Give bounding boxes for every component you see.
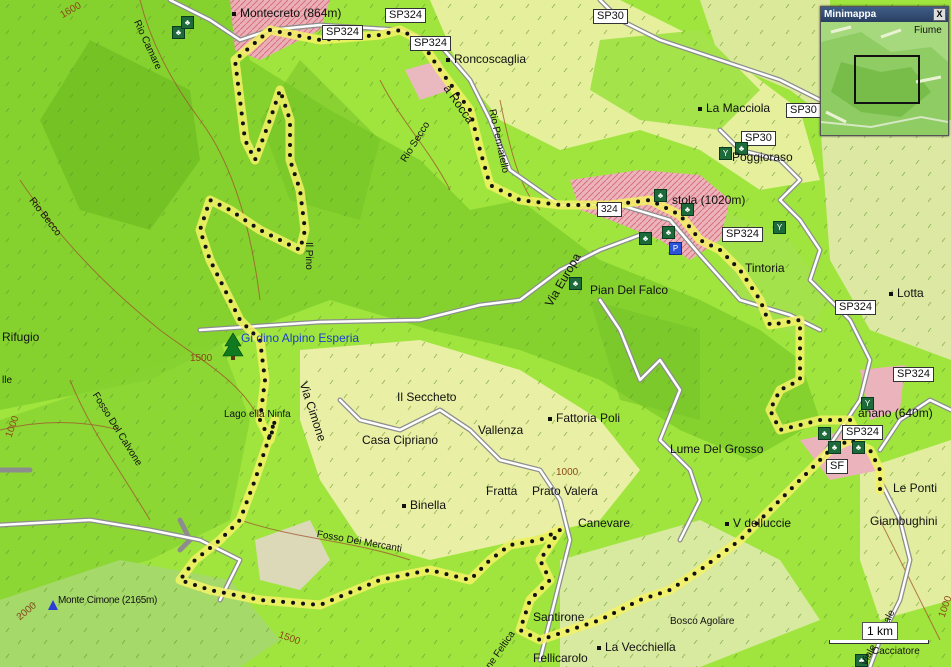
road-shield: 324 — [597, 202, 622, 217]
poi-icon[interactable]: Y — [773, 221, 786, 234]
close-button[interactable]: X — [933, 8, 946, 21]
place-fanano[interactable]: anano (640m) — [858, 406, 933, 420]
parking-icon[interactable]: P — [669, 242, 682, 255]
place-santirone[interactable]: Santirone — [533, 610, 584, 624]
place-la-macciola[interactable]: La Macciola — [698, 101, 770, 115]
place-rifugio[interactable]: Rifugio — [2, 330, 39, 344]
poi-icon[interactable]: ♣ — [654, 189, 667, 202]
place-roncoscaglia[interactable]: Roncoscaglia — [446, 52, 526, 66]
place-fratta[interactable]: Fratta — [486, 484, 517, 498]
minimap-viewport[interactable] — [854, 55, 920, 104]
place-bosco-agolare[interactable]: Bosco Agolare — [670, 615, 735, 629]
poi-icon[interactable]: ♣ — [828, 441, 841, 454]
road-shield: SP324 — [322, 25, 364, 40]
place-il-seccheto[interactable]: Il Seccheto — [397, 390, 456, 404]
road-shield: SP30 — [786, 103, 821, 118]
waterway-label: Il Pino — [303, 242, 314, 270]
poi-icon[interactable]: ♣ — [662, 226, 675, 239]
poi-giardino-alpino[interactable]: Gi dino Alpino Esperia — [241, 331, 359, 345]
scale-label: 1 km — [862, 622, 899, 640]
road-shield: SP324 — [410, 36, 452, 51]
place-vallenza[interactable]: Vallenza — [478, 423, 523, 437]
place-le-ponti[interactable]: Le Ponti — [893, 481, 937, 495]
scale-bar: 1 km — [829, 622, 929, 644]
place-poggioraso[interactable]: Poggioraso — [732, 150, 793, 164]
place-pian-del-falco[interactable]: Pian Del Falco — [590, 283, 668, 297]
place-lotta[interactable]: Lotta — [889, 286, 924, 300]
place-fattoria-poli[interactable]: Fattoria Poli — [548, 411, 620, 425]
place-vdelluccie[interactable]: V delluccie — [725, 516, 791, 530]
place-la-vecchiella[interactable]: La Vecchiella — [597, 640, 676, 654]
poi-icon[interactable]: Y — [719, 147, 732, 160]
place-monte-cimone[interactable]: Monte Cimone (2165m) — [58, 594, 157, 608]
place-giambughini[interactable]: Giambughini — [870, 514, 937, 528]
road-shield: SP324 — [842, 425, 884, 440]
contour-label: 1500 — [190, 353, 213, 364]
place-fellicarolo[interactable]: Fellicarolo — [533, 651, 588, 665]
place-canevare[interactable]: Canevare — [578, 516, 630, 530]
poi-icon[interactable]: ♣ — [181, 16, 194, 29]
place-prato-valera[interactable]: Prato Valera — [532, 484, 598, 498]
place-montecreto[interactable]: Montecreto (864m) — [232, 6, 341, 20]
map-canvas[interactable] — [0, 0, 951, 667]
minimap-panel[interactable]: Minimappa X Fiume — [820, 6, 949, 136]
map-view[interactable]: SP324 SP324 SP30 SP30 SP30 SP324 SP324 S… — [0, 0, 951, 667]
minimap-label: Fiume — [914, 25, 942, 36]
road-shield: SP324 — [385, 8, 427, 23]
place-lle[interactable]: lle — [2, 374, 12, 388]
scale-line — [829, 640, 929, 644]
minimap-title: Minimappa — [824, 9, 877, 20]
contour-label: 1000 — [556, 467, 579, 478]
place-tintoria[interactable]: Tintoria — [745, 261, 785, 275]
road-shield: SP324 — [835, 300, 877, 315]
poi-icon[interactable]: ♣ — [852, 441, 865, 454]
road-shield: SP324 — [893, 367, 935, 382]
place-lume-del-grosso[interactable]: Lume Del Grosso — [670, 442, 763, 456]
road-shield: SP30 — [593, 9, 628, 24]
place-sestola[interactable]: stola (1020m) — [672, 193, 745, 207]
road-shield: SP324 — [722, 227, 764, 242]
place-casa-cipriano[interactable]: Casa Cipriano — [362, 433, 438, 447]
place-binella[interactable]: Binella — [402, 498, 446, 512]
poi-icon[interactable]: ♣ — [639, 232, 652, 245]
minimap-header[interactable]: Minimappa X — [821, 7, 948, 22]
poi-icon[interactable]: ♣ — [818, 427, 831, 440]
road-shield: SF — [826, 459, 849, 474]
place-lago-della-ninfa[interactable]: Lago ella Ninfa — [224, 408, 291, 422]
